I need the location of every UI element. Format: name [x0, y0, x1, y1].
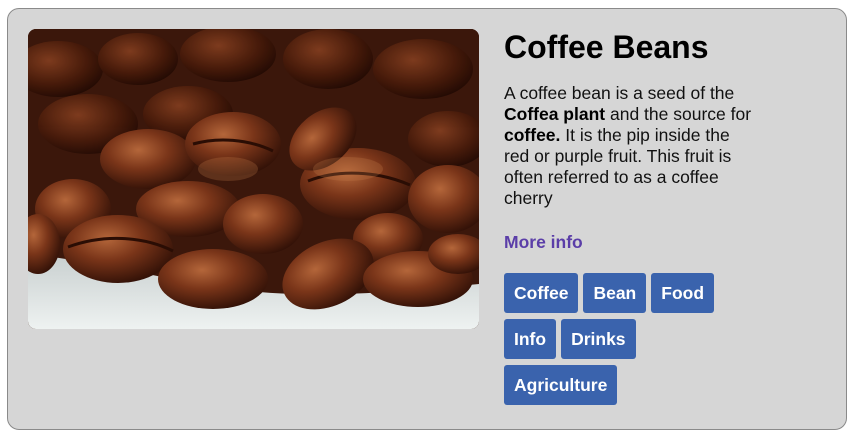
tag-list: Coffee Bean Food Info Drinks Agriculture: [504, 273, 744, 405]
card-title: Coffee Beans: [504, 29, 709, 65]
tag-coffee[interactable]: Coffee: [504, 273, 579, 313]
tag-drinks[interactable]: Drinks: [561, 319, 636, 359]
description-bold-coffee: coffee.: [504, 125, 561, 145]
card-content: Coffee Beans A coffee bean is a seed of …: [504, 29, 764, 254]
tag-info[interactable]: Info: [504, 319, 557, 359]
tag-agriculture[interactable]: Agriculture: [504, 365, 618, 405]
coffee-beans-image: [28, 29, 479, 329]
description-text: A coffee bean is a seed of the: [504, 83, 735, 103]
coffee-card: Coffee Beans A coffee bean is a seed of …: [7, 8, 847, 430]
tag-food[interactable]: Food: [651, 273, 715, 313]
description-bold-plant: Coffea plant: [504, 104, 606, 124]
more-info-link[interactable]: More info: [504, 230, 583, 254]
card-description: A coffee bean is a seed of the Coffea pl…: [504, 83, 756, 209]
tag-bean[interactable]: Bean: [583, 273, 647, 313]
description-text: and the source for: [605, 104, 752, 124]
